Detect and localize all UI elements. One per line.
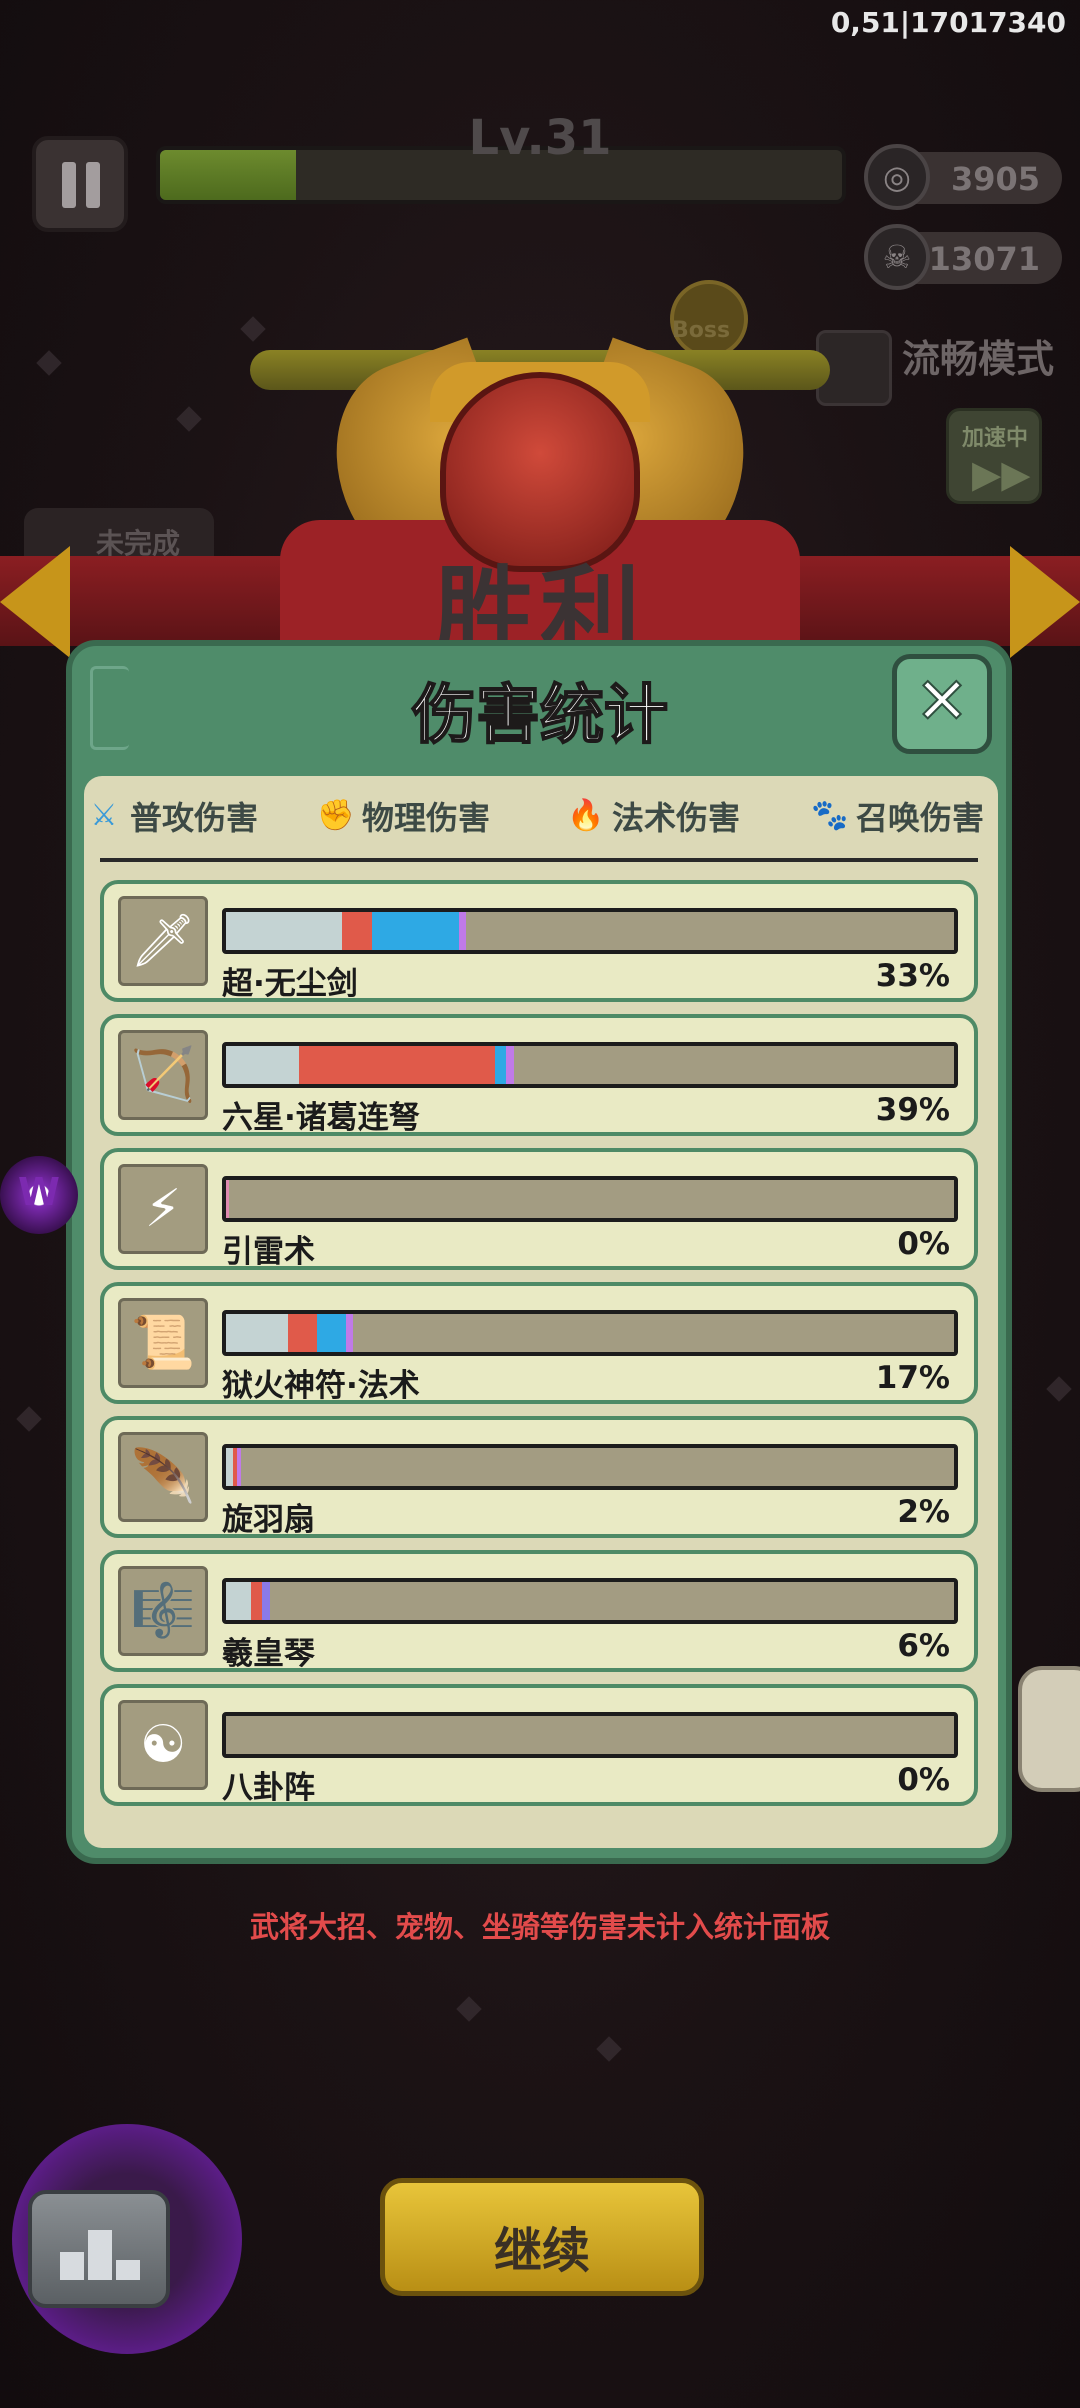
- weapon-row: ⚡ 引雷术 0%: [100, 1148, 978, 1270]
- speed-up-label: 加速中: [961, 426, 1028, 451]
- sword-icon: ⚔: [90, 798, 118, 833]
- damage-segment: [342, 912, 372, 950]
- legend-physical[interactable]: ✊ 物理伤害: [316, 786, 490, 846]
- continue-button[interactable]: 继续: [380, 2178, 704, 2296]
- skull-icon: ☠: [864, 224, 930, 290]
- damage-percent: 2%: [897, 1494, 950, 1530]
- damage-segment: [298, 1046, 496, 1084]
- panel-title: 伤害统计: [411, 678, 669, 754]
- damage-bar: [222, 1310, 958, 1356]
- zither-icon: 🎼: [118, 1566, 208, 1656]
- damage-segment: [226, 1180, 229, 1218]
- boss-label: Boss: [672, 318, 731, 343]
- weapon-row: 📜 狱火神符·法术 17%: [100, 1282, 978, 1404]
- fast-forward-icon: ▶▶: [972, 452, 1031, 496]
- event-badge[interactable]: W: [0, 1156, 78, 1234]
- weapon-row: 🎼 羲皇琴 6%: [100, 1550, 978, 1672]
- version-text: 0,51|17017340: [830, 6, 1066, 39]
- damage-segment: [458, 912, 467, 950]
- weapon-name: 超·无尘剑: [222, 966, 358, 1002]
- damage-segment: [226, 912, 343, 950]
- damage-segment: [236, 1448, 241, 1486]
- damage-bar: [222, 1176, 958, 1222]
- close-icon: ✕: [914, 664, 970, 740]
- weapon-row: 🗡 超·无尘剑 33%: [100, 880, 978, 1002]
- damage-segment: [317, 1314, 347, 1352]
- damage-bar: [222, 908, 958, 954]
- damage-bar: [222, 1712, 958, 1758]
- legend-label: 普攻伤害: [130, 799, 259, 837]
- legend-label: 法术伤害: [612, 799, 741, 837]
- damage-segment: [506, 1046, 514, 1084]
- damage-segment: [371, 912, 459, 950]
- weapon-row: ☯ 八卦阵 0%: [100, 1684, 978, 1806]
- legend-divider: [100, 858, 978, 862]
- continue-label: 继续: [493, 2223, 590, 2279]
- kill-count-display: ☠ 13071: [864, 224, 1062, 290]
- damage-segment: [287, 1314, 317, 1352]
- legend-basic-attack[interactable]: ⚔ 普攻伤害: [84, 786, 258, 846]
- sword-skill-icon: 🗡: [118, 896, 208, 986]
- damage-percent: 39%: [875, 1092, 950, 1128]
- smooth-mode-label: 流畅模式: [902, 337, 1055, 381]
- arrow-right-icon: [1010, 546, 1080, 658]
- damage-percent: 33%: [875, 958, 950, 994]
- legend-summon[interactable]: 🐾 召唤伤害: [810, 786, 984, 846]
- damage-bar: [222, 1042, 958, 1088]
- feather-fan-icon: 🪶: [118, 1432, 208, 1522]
- fist-icon: ✊: [317, 798, 355, 833]
- pause-button[interactable]: [32, 136, 128, 232]
- coin-icon: ◎: [864, 144, 930, 210]
- damage-bar: [222, 1444, 958, 1490]
- arrow-left-icon: [0, 546, 70, 658]
- damage-segment: [346, 1314, 354, 1352]
- damage-percent: 0%: [897, 1762, 950, 1798]
- damage-segment: [251, 1582, 263, 1620]
- weapon-name: 狱火神符·法术: [222, 1368, 420, 1404]
- weapon-name: 引雷术: [222, 1234, 315, 1270]
- xp-bar-fill: [160, 150, 297, 200]
- damage-type-legend: ⚔ 普攻伤害 ✊ 物理伤害 🔥 法术伤害 🐾 召唤伤害: [84, 786, 998, 846]
- close-button[interactable]: ✕: [892, 654, 992, 754]
- bagua-icon: ☯: [118, 1700, 208, 1790]
- talisman-icon: 📜: [118, 1298, 208, 1388]
- damage-percent: 6%: [897, 1628, 950, 1664]
- legend-magic[interactable]: 🔥 法术伤害: [566, 786, 740, 846]
- podium-icon: [60, 2230, 140, 2280]
- damage-notice: 武将大招、宠物、坐骑等伤害未计入统计面板: [249, 1910, 830, 1944]
- ranking-button[interactable]: [28, 2190, 170, 2308]
- flame-icon: 🔥: [567, 798, 605, 833]
- damage-segment: [495, 1046, 507, 1084]
- damage-bar: [222, 1578, 958, 1624]
- legend-label: 物理伤害: [362, 799, 491, 837]
- weapon-row: 🪶 旋羽扇 2%: [100, 1416, 978, 1538]
- crossbow-icon: 🏹: [118, 1030, 208, 1120]
- event-badge-letter: W: [18, 1170, 60, 1214]
- damage-percent: 0%: [897, 1226, 950, 1262]
- currency-display: ◎ 3905: [864, 144, 1062, 210]
- weapon-name: 羲皇琴: [222, 1636, 315, 1672]
- level-label: Lv.31: [468, 110, 612, 166]
- damage-segment: [226, 1448, 234, 1486]
- currency-value: 3905: [950, 160, 1040, 198]
- weapon-name: 旋羽扇: [222, 1502, 315, 1538]
- corner-ornament-icon: [90, 666, 129, 750]
- damage-segment: [226, 1314, 288, 1352]
- damage-segment: [226, 1046, 299, 1084]
- damage-percent: 17%: [875, 1360, 950, 1396]
- lightning-icon: ⚡: [118, 1164, 208, 1254]
- weapon-name: 八卦阵: [222, 1770, 315, 1806]
- weapon-row: 🏹 六星·诸葛连弩 39%: [100, 1014, 978, 1136]
- damage-segment: [226, 1582, 252, 1620]
- pet-side-button[interactable]: [1018, 1666, 1080, 1792]
- paw-icon: 🐾: [811, 798, 849, 833]
- kill-count-value: 13071: [928, 240, 1040, 278]
- legend-label: 召唤伤害: [856, 799, 985, 837]
- weapon-name: 六星·诸葛连弩: [222, 1100, 420, 1136]
- damage-segment: [262, 1582, 270, 1620]
